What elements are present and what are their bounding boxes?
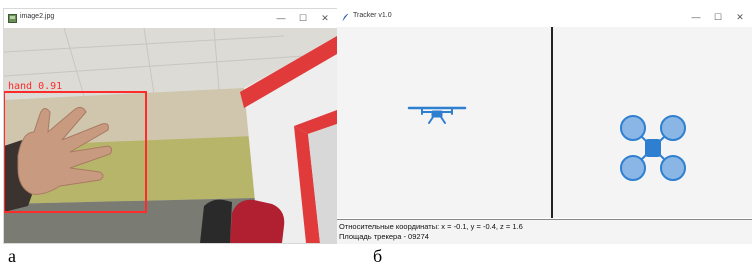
tracker-window: Tracker v1.0 — ☐ ✕ Относительные координ… — [337, 8, 752, 244]
status-panel: Относительные координаты: x = -0.1, y = … — [337, 219, 752, 244]
maximize-button[interactable]: ☐ — [712, 11, 724, 23]
tracker-window-title: Tracker v1.0 — [353, 12, 392, 19]
tracker-canvas — [337, 27, 752, 218]
drone-side-view — [337, 27, 551, 218]
close-button[interactable]: ✕ — [734, 11, 746, 23]
image-app-icon — [8, 14, 17, 23]
drone-top-icon — [620, 115, 686, 181]
image-window-title: image2.jpg — [20, 13, 55, 20]
figure-caption-a: а — [8, 246, 16, 266]
camera-scene — [4, 28, 337, 243]
camera-image: hand 0.91 — [4, 28, 337, 243]
minimize-button[interactable]: — — [690, 11, 702, 23]
image-window: image2.jpg — ☐ ✕ hand 0.91 — [3, 8, 338, 244]
feather-icon — [342, 13, 349, 22]
tracker-window-titlebar[interactable]: Tracker v1.0 — ☐ ✕ — [337, 8, 752, 27]
maximize-button[interactable]: ☐ — [297, 12, 309, 24]
tracker-area-text: Площадь трекера - 09274 — [339, 232, 429, 241]
minimize-button[interactable]: — — [275, 12, 287, 24]
drone-side-icon — [407, 106, 467, 124]
image-window-titlebar[interactable]: image2.jpg — ☐ ✕ — [4, 9, 337, 28]
figure-caption-b: б — [373, 246, 383, 266]
drone-top-view — [553, 27, 752, 218]
close-button[interactable]: ✕ — [319, 12, 331, 24]
relative-coordinates-text: Относительные координаты: x = -0.1, y = … — [339, 222, 523, 231]
detection-label: hand 0.91 — [8, 81, 63, 92]
